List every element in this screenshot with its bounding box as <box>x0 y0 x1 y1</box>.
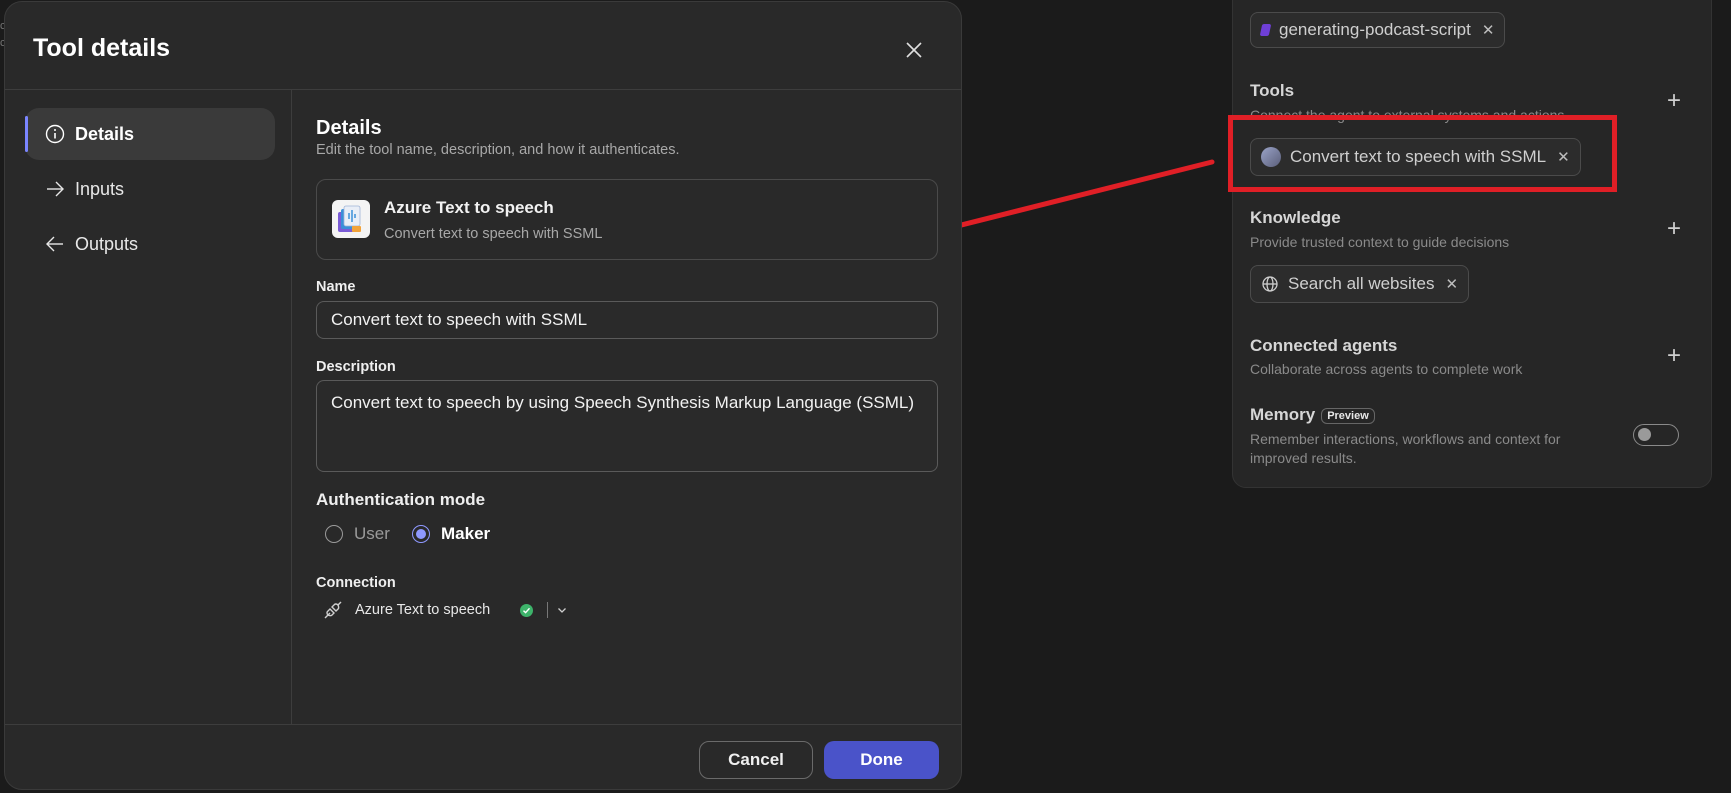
nav-divider <box>291 90 292 724</box>
knowledge-chip[interactable]: Search all websites ✕ <box>1250 265 1470 303</box>
name-input[interactable]: Convert text to speech with SSML <box>316 301 938 339</box>
azure-speech-logo-icon <box>332 200 370 238</box>
nav-item-outputs[interactable]: Outputs <box>25 218 275 270</box>
connection-separator <box>547 602 549 618</box>
tool-card: Azure Text to speech Convert text to spe… <box>316 179 938 260</box>
connected-check-icon <box>520 603 534 617</box>
radio-label: User <box>354 524 390 543</box>
tool-details-dialog: Tool details Details Inputs Outputs Deta… <box>4 1 962 790</box>
nav-item-label: Inputs <box>75 178 125 199</box>
radio-unselected-icon <box>325 525 343 543</box>
auth-radio-user[interactable]: User <box>325 524 390 544</box>
connection-name: Azure Text to speech <box>355 602 491 618</box>
tools-title: Tools <box>1250 81 1295 100</box>
connected-agents-title: Connected agents <box>1250 336 1398 355</box>
memory-title: Memory Preview <box>1250 405 1375 425</box>
nav-item-inputs[interactable]: Inputs <box>25 163 275 215</box>
preview-badge: Preview <box>1321 407 1375 424</box>
chevron-down-icon[interactable] <box>556 604 568 616</box>
connection-row[interactable]: Azure Text to speech <box>323 600 568 620</box>
arrow-right-icon <box>47 181 64 197</box>
add-agent-plus-icon[interactable]: + <box>1667 344 1681 368</box>
details-title: Details <box>316 117 382 139</box>
memory-subtitle: Remember interactions, workflows and con… <box>1250 431 1561 466</box>
knowledge-subtitle: Provide trusted context to guide decisio… <box>1250 234 1510 250</box>
dialog-title: Tool details <box>33 34 171 62</box>
name-label: Name <box>316 279 356 295</box>
annotation-highlight-box <box>1228 115 1617 192</box>
add-knowledge-plus-icon[interactable]: + <box>1667 217 1681 241</box>
radio-label: Maker <box>441 524 491 543</box>
description-textarea[interactable]: Convert text to speech by using Speech S… <box>316 380 938 472</box>
remove-chip-icon[interactable]: ✕ <box>1445 275 1458 293</box>
instructions-chip-label: generating-podcast-script <box>1279 20 1471 39</box>
connection-label: Connection <box>316 575 396 591</box>
instructions-chip[interactable]: generating-podcast-script ✕ <box>1250 12 1506 48</box>
info-icon <box>45 124 65 144</box>
footer-divider <box>5 724 961 725</box>
nav-item-details[interactable]: Details <box>25 108 275 160</box>
details-subtitle: Edit the tool name, description, and how… <box>316 142 680 158</box>
connected-agents-subtitle: Collaborate across agents to complete wo… <box>1250 361 1523 377</box>
nav-item-label: Details <box>75 123 135 144</box>
done-button[interactable]: Done <box>824 741 939 779</box>
auth-mode-title: Authentication mode <box>316 490 486 509</box>
globe-icon <box>1262 276 1278 292</box>
radio-selected-icon <box>412 525 430 543</box>
tool-card-description: Convert text to speech with SSML <box>384 226 603 242</box>
knowledge-chip-label: Search all websites <box>1288 274 1435 293</box>
close-icon[interactable] <box>902 38 926 62</box>
tool-card-name: Azure Text to speech <box>384 198 554 217</box>
purple-tag-icon <box>1259 24 1272 36</box>
memory-toggle[interactable] <box>1633 424 1679 446</box>
plug-icon <box>324 601 342 619</box>
remove-chip-icon[interactable]: ✕ <box>1482 21 1495 39</box>
header-divider <box>5 89 961 90</box>
auth-radio-maker[interactable]: Maker <box>412 524 490 544</box>
add-tool-plus-icon[interactable]: + <box>1667 89 1681 113</box>
nav-item-label: Outputs <box>75 233 139 254</box>
knowledge-title: Knowledge <box>1250 208 1341 227</box>
arrow-left-icon <box>46 236 63 252</box>
cancel-button[interactable]: Cancel <box>699 741 813 779</box>
description-label: Description <box>316 359 396 375</box>
